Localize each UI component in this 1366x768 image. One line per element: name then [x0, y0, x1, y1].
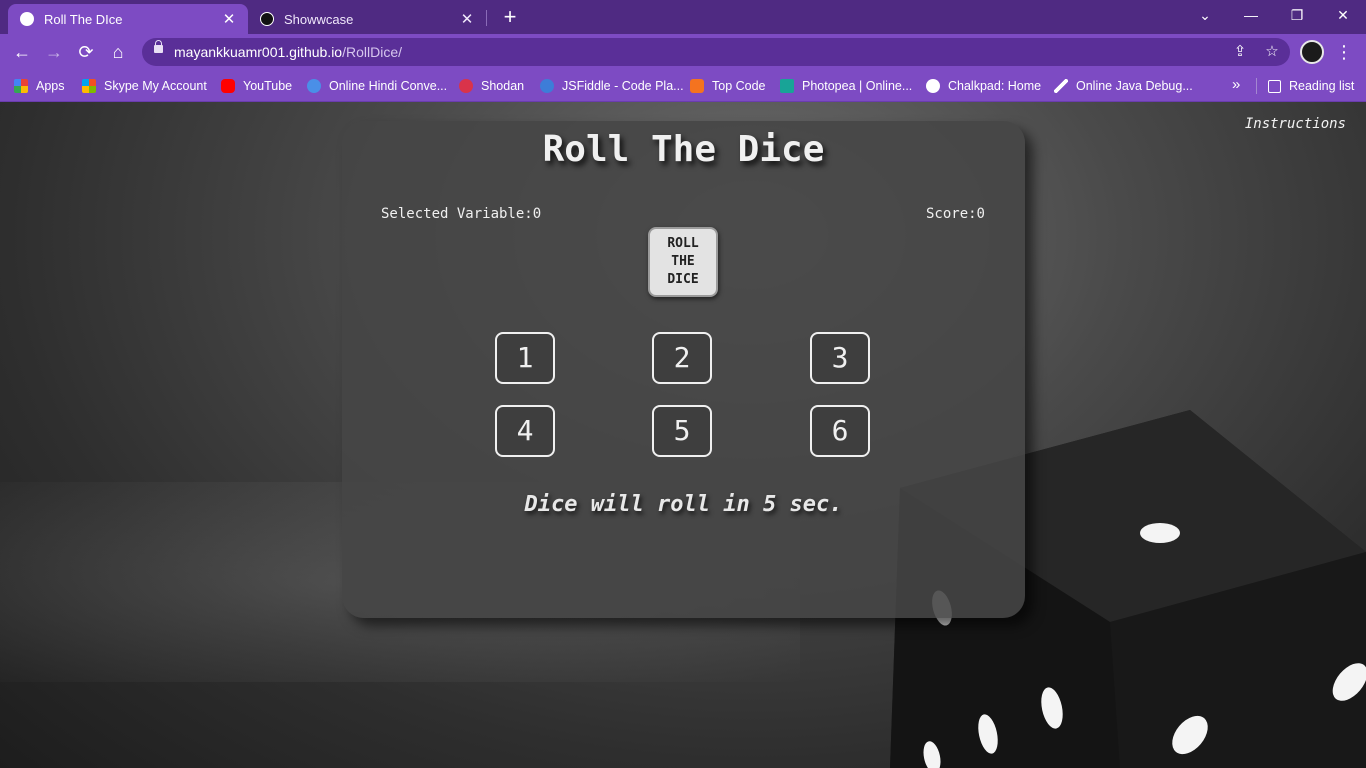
minimize-button[interactable]: — — [1228, 0, 1274, 30]
photopea-icon — [780, 79, 794, 93]
number-button-6[interactable]: 6 — [810, 405, 870, 457]
bookmarks-divider — [1256, 78, 1257, 94]
shodan-icon — [459, 79, 473, 93]
apps-grid-icon — [14, 79, 28, 93]
bookmark-hindi-converter[interactable]: Online Hindi Conve... — [307, 77, 447, 95]
url-host: mayankkuamr001.github.io — [174, 44, 343, 60]
page-viewport: Instructions Roll The Dice Selected Vari… — [0, 102, 1366, 768]
reading-list-icon — [1268, 79, 1281, 93]
roll-dice-button[interactable]: ROLL THE DICE — [648, 227, 718, 297]
browser-menu-icon[interactable]: ⋮ — [1334, 40, 1354, 64]
youtube-icon — [221, 79, 235, 93]
countdown-text: Dice will roll in 5 sec. — [524, 492, 843, 517]
tab-title: Roll The DIce — [44, 11, 123, 27]
reading-list-button[interactable]: Reading list — [1268, 77, 1354, 95]
profile-avatar[interactable] — [1300, 40, 1324, 64]
instructions-link[interactable]: Instructions — [1245, 116, 1346, 132]
roll-line-1: ROLL — [667, 236, 699, 251]
new-tab-button[interactable]: + — [498, 4, 522, 30]
tab-title: Showwcase — [284, 11, 354, 27]
back-button[interactable]: ← — [10, 40, 34, 64]
close-tab-icon[interactable]: ✕ — [218, 10, 240, 28]
bookmark-label: Top Code — [712, 79, 766, 93]
bookmark-label: Online Hindi Conve... — [329, 79, 448, 93]
globe-icon — [20, 12, 34, 26]
number-button-3[interactable]: 3 — [810, 332, 870, 384]
url-path: /RollDice/ — [342, 44, 403, 60]
score-label: Score:0 — [925, 206, 985, 222]
forward-button[interactable]: → — [42, 40, 66, 64]
showwcase-icon — [260, 12, 274, 26]
url-text: mayankkuamr001.github.io/RollDice/ — [174, 44, 402, 60]
tab-search-icon[interactable]: ⌄ — [1182, 0, 1228, 30]
tab-showwcase[interactable]: Showwcase ✕ — [248, 4, 486, 34]
browser-toolbar: ← → ⟳ ⌂ mayankkuamr001.github.io/RollDic… — [0, 34, 1366, 70]
game-title: Roll The Dice — [542, 129, 825, 170]
bookmark-shodan[interactable]: Shodan — [459, 77, 524, 95]
restore-button[interactable]: ❐ — [1274, 0, 1320, 30]
bookmark-jsfiddle[interactable]: JSFiddle - Code Pla... — [540, 77, 684, 95]
tab-roll-the-dice[interactable]: Roll The DIce ✕ — [8, 4, 248, 34]
game-card: Roll The Dice Selected Variable:0 Score:… — [342, 121, 1025, 618]
selected-variable-label: Selected Variable:0 — [381, 206, 542, 222]
bookmarks-bar: Apps Skype My Account YouTube Online Hin… — [0, 70, 1366, 102]
reload-button[interactable]: ⟳ — [74, 40, 98, 64]
roll-line-3: DICE — [667, 272, 699, 287]
globe-icon — [926, 79, 940, 93]
bookmark-chalkpad[interactable]: Chalkpad: Home — [926, 77, 1041, 95]
home-button[interactable]: ⌂ — [106, 40, 130, 64]
bookmark-label: YouTube — [243, 79, 293, 93]
lock-icon[interactable] — [154, 40, 163, 53]
bookmark-apps[interactable]: Apps — [14, 77, 65, 95]
converter-icon — [307, 79, 321, 93]
tab-strip: Roll The DIce ✕ Showwcase ✕ + ⌄ — ❐ ✕ — [0, 0, 1366, 34]
bookmark-java-debugger[interactable]: Online Java Debug... — [1054, 77, 1193, 95]
bookmark-label: Apps — [36, 79, 65, 93]
tab-divider — [486, 10, 487, 26]
reading-list-label: Reading list — [1289, 79, 1355, 93]
bookmark-skype[interactable]: Skype My Account — [82, 77, 207, 95]
microsoft-icon — [82, 79, 96, 93]
jsfiddle-cloud-icon — [540, 79, 554, 93]
number-button-5[interactable]: 5 — [652, 405, 712, 457]
bookmark-label: Photopea | Online... — [802, 79, 913, 93]
bookmark-star-icon[interactable]: ☆ — [1262, 42, 1282, 62]
number-button-1[interactable]: 1 — [495, 332, 555, 384]
close-window-button[interactable]: ✕ — [1320, 0, 1366, 30]
bookmark-label: Online Java Debug... — [1076, 79, 1193, 93]
bookmark-top-code[interactable]: Top Code — [690, 77, 766, 95]
bookmark-photopea[interactable]: Photopea | Online... — [780, 77, 912, 95]
more-bookmarks-icon[interactable]: » — [1232, 76, 1240, 93]
blogger-icon — [690, 79, 704, 93]
number-button-4[interactable]: 4 — [495, 405, 555, 457]
number-button-2[interactable]: 2 — [652, 332, 712, 384]
bookmark-label: Shodan — [481, 79, 525, 93]
bookmark-label: Chalkpad: Home — [948, 79, 1042, 93]
address-bar[interactable]: mayankkuamr001.github.io/RollDice/ ⇪ ☆ — [142, 38, 1290, 66]
share-icon[interactable]: ⇪ — [1230, 42, 1250, 62]
lightning-icon — [1054, 79, 1068, 93]
bookmark-label: JSFiddle - Code Pla... — [562, 79, 684, 93]
bookmark-youtube[interactable]: YouTube — [221, 77, 292, 95]
close-tab-icon[interactable]: ✕ — [456, 10, 478, 28]
bookmark-label: Skype My Account — [104, 79, 207, 93]
roll-line-2: THE — [671, 254, 695, 269]
